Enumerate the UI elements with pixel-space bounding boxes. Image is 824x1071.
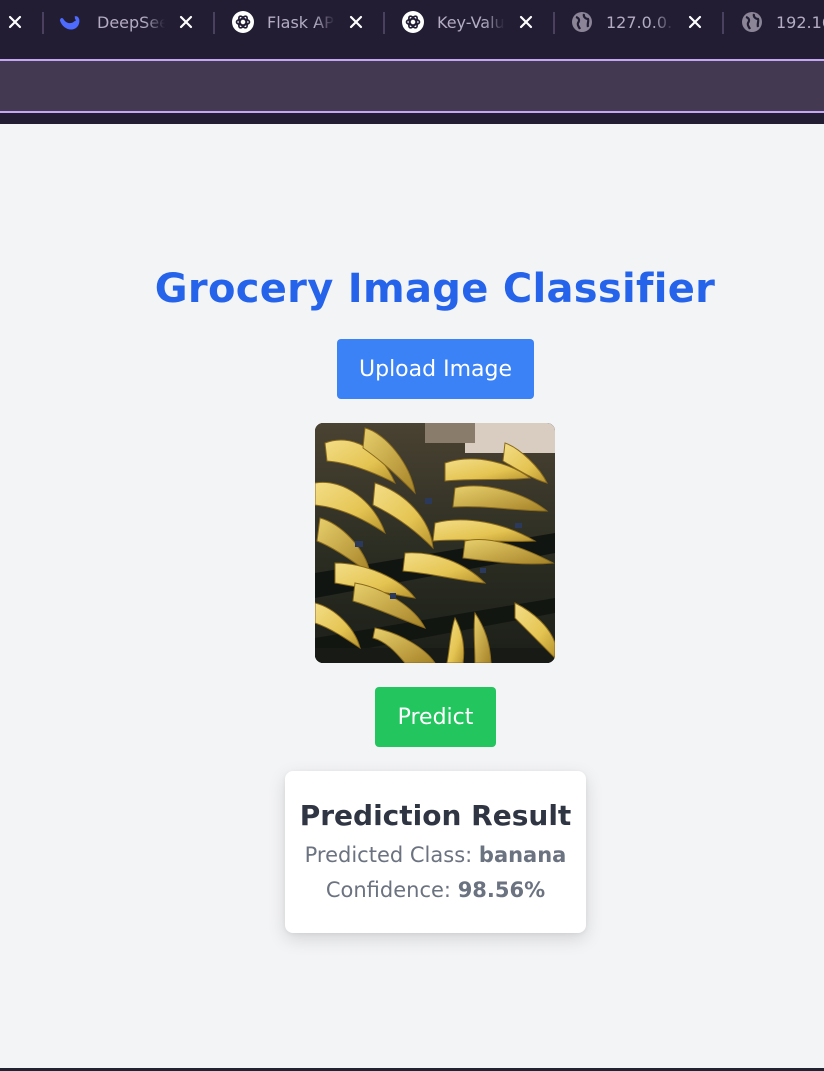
close-icon[interactable] [178,14,194,30]
tab-title: 192.168 [776,12,824,32]
tab-title: 127.0.0.1 [606,12,674,32]
tab-title: Flask API [267,12,335,32]
tab-title: Key-Value [437,12,505,32]
openai-icon [231,10,255,34]
close-icon[interactable] [518,14,534,30]
tab-key-value[interactable]: Key-Value [384,6,554,38]
deepseek-whale-icon [58,10,82,34]
browser-toolbar [0,52,824,124]
tab-flask-api[interactable]: Flask API [214,6,384,38]
browser-tab-strip: DeepSeek Flask API [0,0,824,52]
globe-icon [570,10,594,34]
address-bar[interactable] [0,59,824,113]
close-icon[interactable] [348,14,364,30]
confidence-value: 98.56% [457,878,546,902]
tab-lan-address[interactable]: 192.168 [723,6,824,38]
bananas-image [315,423,555,663]
predict-button[interactable]: Predict [375,687,496,747]
uploaded-image-preview [315,423,555,663]
globe-icon [740,10,764,34]
confidence-line: Confidence: 98.56% [285,878,586,902]
close-icon[interactable] [7,14,23,30]
tab-deepseek[interactable]: DeepSeek [44,6,214,38]
result-heading: Prediction Result [299,799,572,832]
page-body: Grocery Image Classifier Upload Image Pr… [0,124,824,1071]
predicted-class-label: Predicted Class: [304,843,473,867]
prediction-result-card: Prediction Result Predicted Class: banan… [285,771,586,933]
close-icon[interactable] [687,14,703,30]
tab-localhost[interactable]: 127.0.0.1 [553,6,723,38]
predicted-class-value: banana [478,843,567,867]
upload-image-button[interactable]: Upload Image [337,339,534,399]
page-title: Grocery Image Classifier [154,266,716,312]
openai-icon [401,10,425,34]
predicted-class-line: Predicted Class: banana [285,843,586,867]
tab-title: DeepSeek [97,12,165,32]
confidence-label: Confidence: [325,878,451,902]
